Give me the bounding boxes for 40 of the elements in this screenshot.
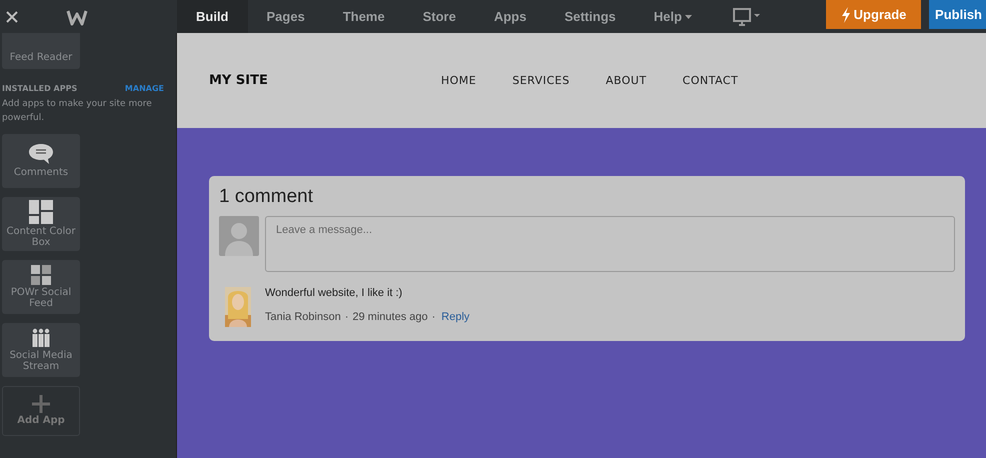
grid-icon [31, 265, 51, 285]
comment-text: Wonderful website, I like it :) [265, 287, 404, 299]
site-title: MY SITE [209, 73, 269, 88]
comment-count: 1 comment [219, 186, 314, 208]
reply-link[interactable]: Reply [441, 311, 470, 323]
app-tile[interactable]: Comments [2, 134, 80, 188]
nav-link[interactable]: ABOUT [606, 74, 647, 87]
comment-author: Tania Robinson [265, 311, 341, 323]
app-tile[interactable]: Feed Reader [2, 33, 80, 69]
nav-tab[interactable]: Settings [545, 0, 635, 33]
comment-time: 29 minutes ago [352, 311, 428, 323]
speech-bubble-icon [28, 143, 54, 166]
app-tile[interactable]: POWr Social Feed [2, 260, 80, 314]
layout-icon [29, 200, 53, 224]
logo-icon[interactable] [66, 8, 88, 26]
lightning-icon [840, 6, 851, 22]
nav-tab[interactable]: Store [404, 0, 475, 33]
nav-tab[interactable]: Theme [324, 0, 404, 33]
app-tile[interactable]: Social Media Stream [2, 323, 80, 377]
plus-icon [32, 395, 50, 414]
nav-tab[interactable]: Apps [474, 0, 546, 33]
nav-tab[interactable]: Build [177, 0, 248, 33]
description: Add apps to make your site more powerful. [2, 98, 153, 124]
separator: · [344, 311, 349, 323]
people-icon [31, 328, 51, 348]
add-app-button[interactable]: Add App [2, 386, 80, 436]
message-field[interactable]: Leave a message... [265, 216, 955, 272]
app-tile[interactable]: Content Color Box [2, 197, 80, 251]
nav-link[interactable]: HOME [441, 74, 476, 87]
close-icon[interactable] [6, 10, 18, 22]
manage-link[interactable]: MANAGE [124, 84, 164, 93]
nav-link[interactable]: CONTACT [682, 74, 738, 87]
nav-tab[interactable]: Help [634, 0, 711, 33]
nav-tab[interactable]: Pages [248, 0, 324, 33]
upgrade-button[interactable]: Upgrade [826, 0, 922, 29]
publish-button[interactable]: Publish [929, 0, 986, 29]
nav-link[interactable]: SERVICES [512, 74, 570, 87]
section-title: INSTALLED APPS [2, 84, 78, 93]
separator: · [432, 311, 436, 323]
avatar-icon [219, 216, 259, 256]
